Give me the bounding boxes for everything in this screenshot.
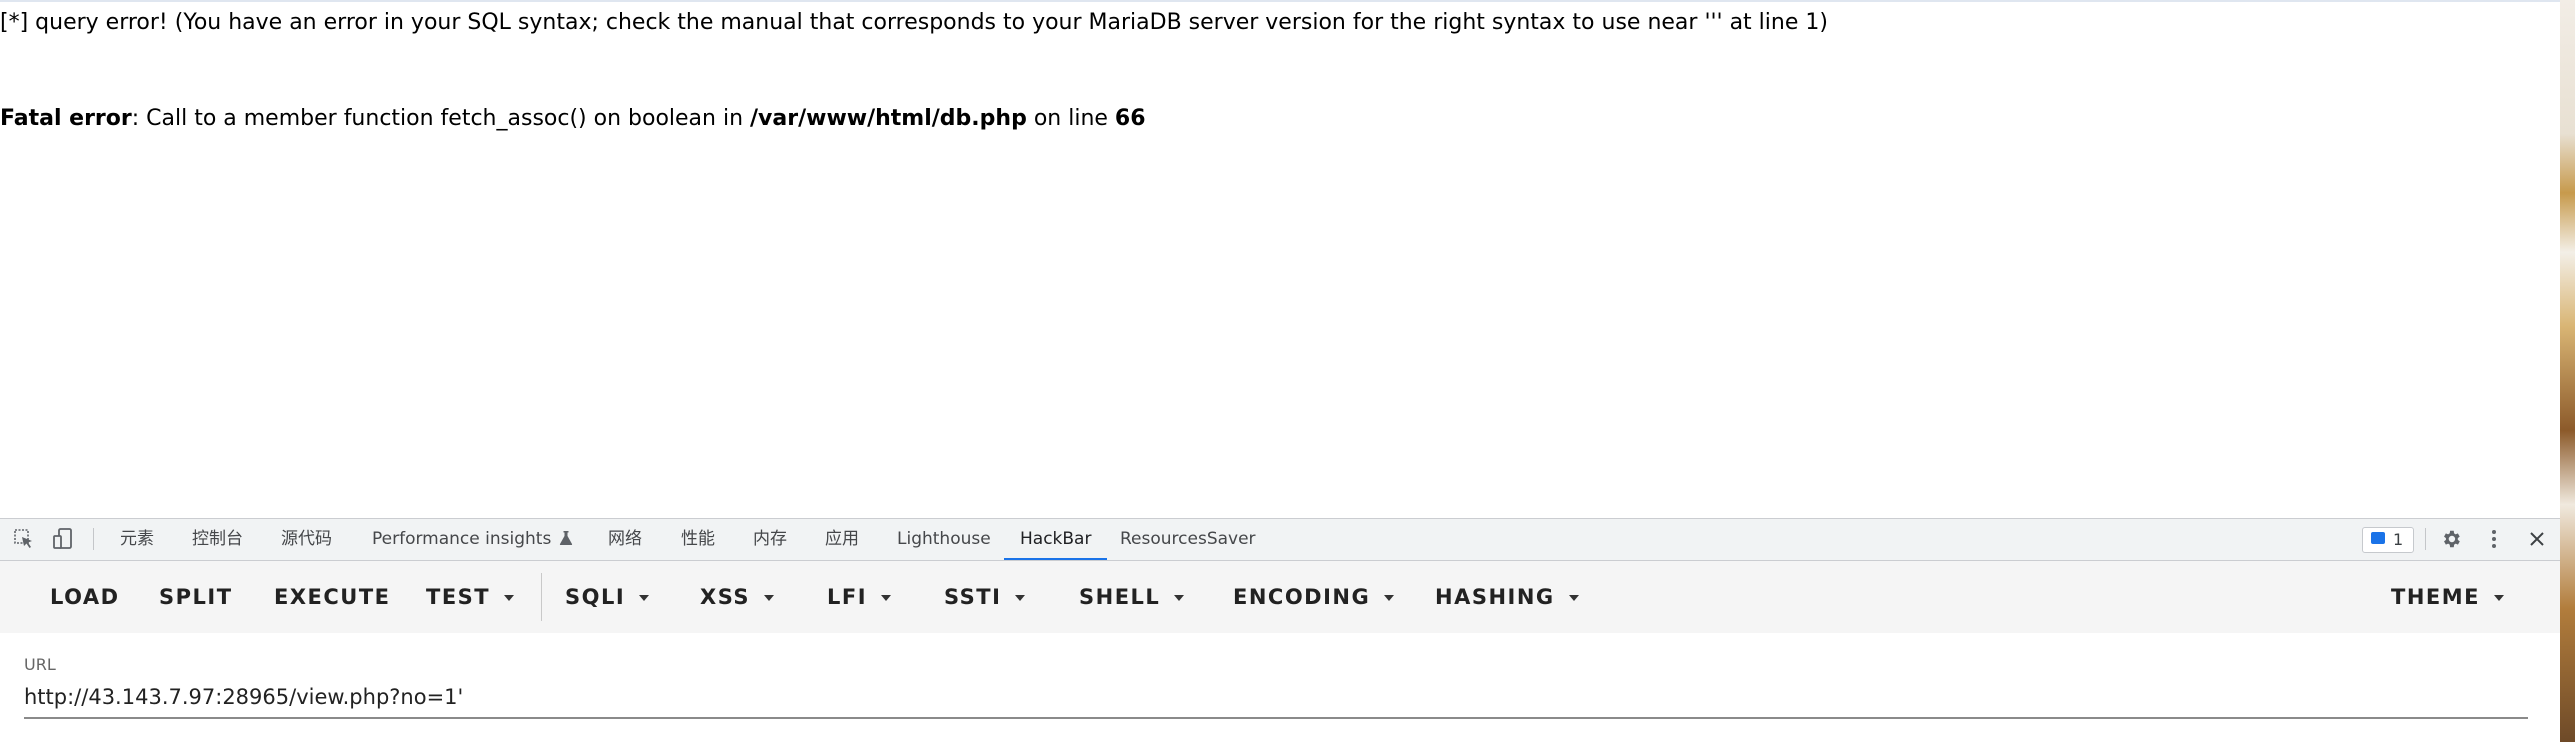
url-input[interactable] <box>24 677 2528 719</box>
chevron-down-icon <box>504 595 515 601</box>
hackbar-toolbar: LOAD SPLIT EXECUTE TEST SQLI XSS LFI SST… <box>0 561 2560 633</box>
tab-application[interactable]: 应用 <box>825 519 859 560</box>
test-label: TEST <box>426 585 491 609</box>
load-button[interactable]: LOAD <box>50 561 120 633</box>
chevron-down-icon <box>1384 595 1395 601</box>
tab-elements[interactable]: 元素 <box>120 519 154 560</box>
xss-dropdown-button[interactable]: XSS <box>700 561 774 633</box>
hashing-label: HASHING <box>1435 585 1555 609</box>
tab-sources[interactable]: 源代码 <box>281 519 332 560</box>
sql-query-error-text: [*] query error! (You have an error in y… <box>0 10 1828 35</box>
fatal-error-label: Fatal error <box>0 106 132 131</box>
chevron-down-icon <box>1174 595 1185 601</box>
chevron-down-icon <box>639 595 650 601</box>
devtools-tab-bar: 元素 控制台 源代码 Performance insights 网络 性能 内存… <box>0 519 2560 561</box>
issues-icon <box>2371 532 2385 544</box>
chevron-down-icon <box>1568 595 1579 601</box>
fatal-error-path: /var/www/html/db.php <box>750 106 1027 131</box>
sqli-label: SQLI <box>565 585 626 609</box>
issues-counter-button[interactable]: 1 <box>2362 527 2414 553</box>
chevron-down-icon <box>881 595 892 601</box>
more-vertical-icon[interactable] <box>2483 528 2505 550</box>
theme-label: THEME <box>2391 585 2480 609</box>
tab-memory[interactable]: 内存 <box>753 519 787 560</box>
close-icon[interactable] <box>2526 528 2548 550</box>
url-field-label: URL <box>24 655 56 674</box>
execute-button[interactable]: EXECUTE <box>274 561 391 633</box>
url-section: URL <box>0 633 2560 743</box>
fatal-error-online: on line <box>1026 106 1115 131</box>
tab-console[interactable]: 控制台 <box>192 519 243 560</box>
tab-performance[interactable]: 性能 <box>681 519 715 560</box>
encoding-label: ENCODING <box>1233 585 1371 609</box>
toolbar-divider <box>541 573 542 621</box>
device-toolbar-icon[interactable] <box>52 528 74 550</box>
chevron-down-icon <box>764 595 774 601</box>
theme-dropdown-button[interactable]: THEME <box>2391 561 2504 633</box>
devtools-panel: 元素 控制台 源代码 Performance insights 网络 性能 内存… <box>0 518 2560 743</box>
tab-performance-insights[interactable]: Performance insights <box>372 519 573 560</box>
chevron-down-icon <box>2494 595 2504 601</box>
lfi-label: LFI <box>827 585 868 609</box>
tab-network[interactable]: 网络 <box>608 519 642 560</box>
toolbar-divider <box>2425 528 2426 550</box>
tab-resourcessaver[interactable]: ResourcesSaver <box>1120 519 1256 560</box>
fatal-error-detail: : Call to a member function fetch_assoc(… <box>131 106 751 131</box>
tab-hackbar[interactable]: HackBar <box>1003 519 1109 560</box>
lfi-dropdown-button[interactable]: LFI <box>827 561 892 633</box>
fatal-error-line-number: 66 <box>1114 106 1146 131</box>
issues-count: 1 <box>2393 530 2404 549</box>
encoding-dropdown-button[interactable]: ENCODING <box>1233 561 1395 633</box>
toolbar-divider <box>93 528 94 550</box>
xss-label: XSS <box>700 585 750 609</box>
fatal-error-message: Fatal error: Call to a member function f… <box>0 104 1146 134</box>
ssti-dropdown-button[interactable]: SSTI <box>944 561 1026 633</box>
chevron-down-icon <box>1015 595 1026 601</box>
tab-lighthouse[interactable]: Lighthouse <box>897 519 991 560</box>
web-page-content: [*] query error! (You have an error in y… <box>0 0 2560 520</box>
flask-icon <box>560 531 573 545</box>
test-dropdown-button[interactable]: TEST <box>426 561 515 633</box>
shell-label: SHELL <box>1079 585 1161 609</box>
gear-icon[interactable] <box>2440 528 2462 550</box>
hashing-dropdown-button[interactable]: HASHING <box>1435 561 1579 633</box>
tab-performance-insights-label: Performance insights <box>372 529 552 549</box>
inspect-element-icon[interactable] <box>13 528 35 550</box>
sqli-dropdown-button[interactable]: SQLI <box>565 561 650 633</box>
shell-dropdown-button[interactable]: SHELL <box>1079 561 1185 633</box>
ssti-label: SSTI <box>944 585 1002 609</box>
background-photo-edge <box>2560 0 2575 742</box>
split-button[interactable]: SPLIT <box>159 561 233 633</box>
